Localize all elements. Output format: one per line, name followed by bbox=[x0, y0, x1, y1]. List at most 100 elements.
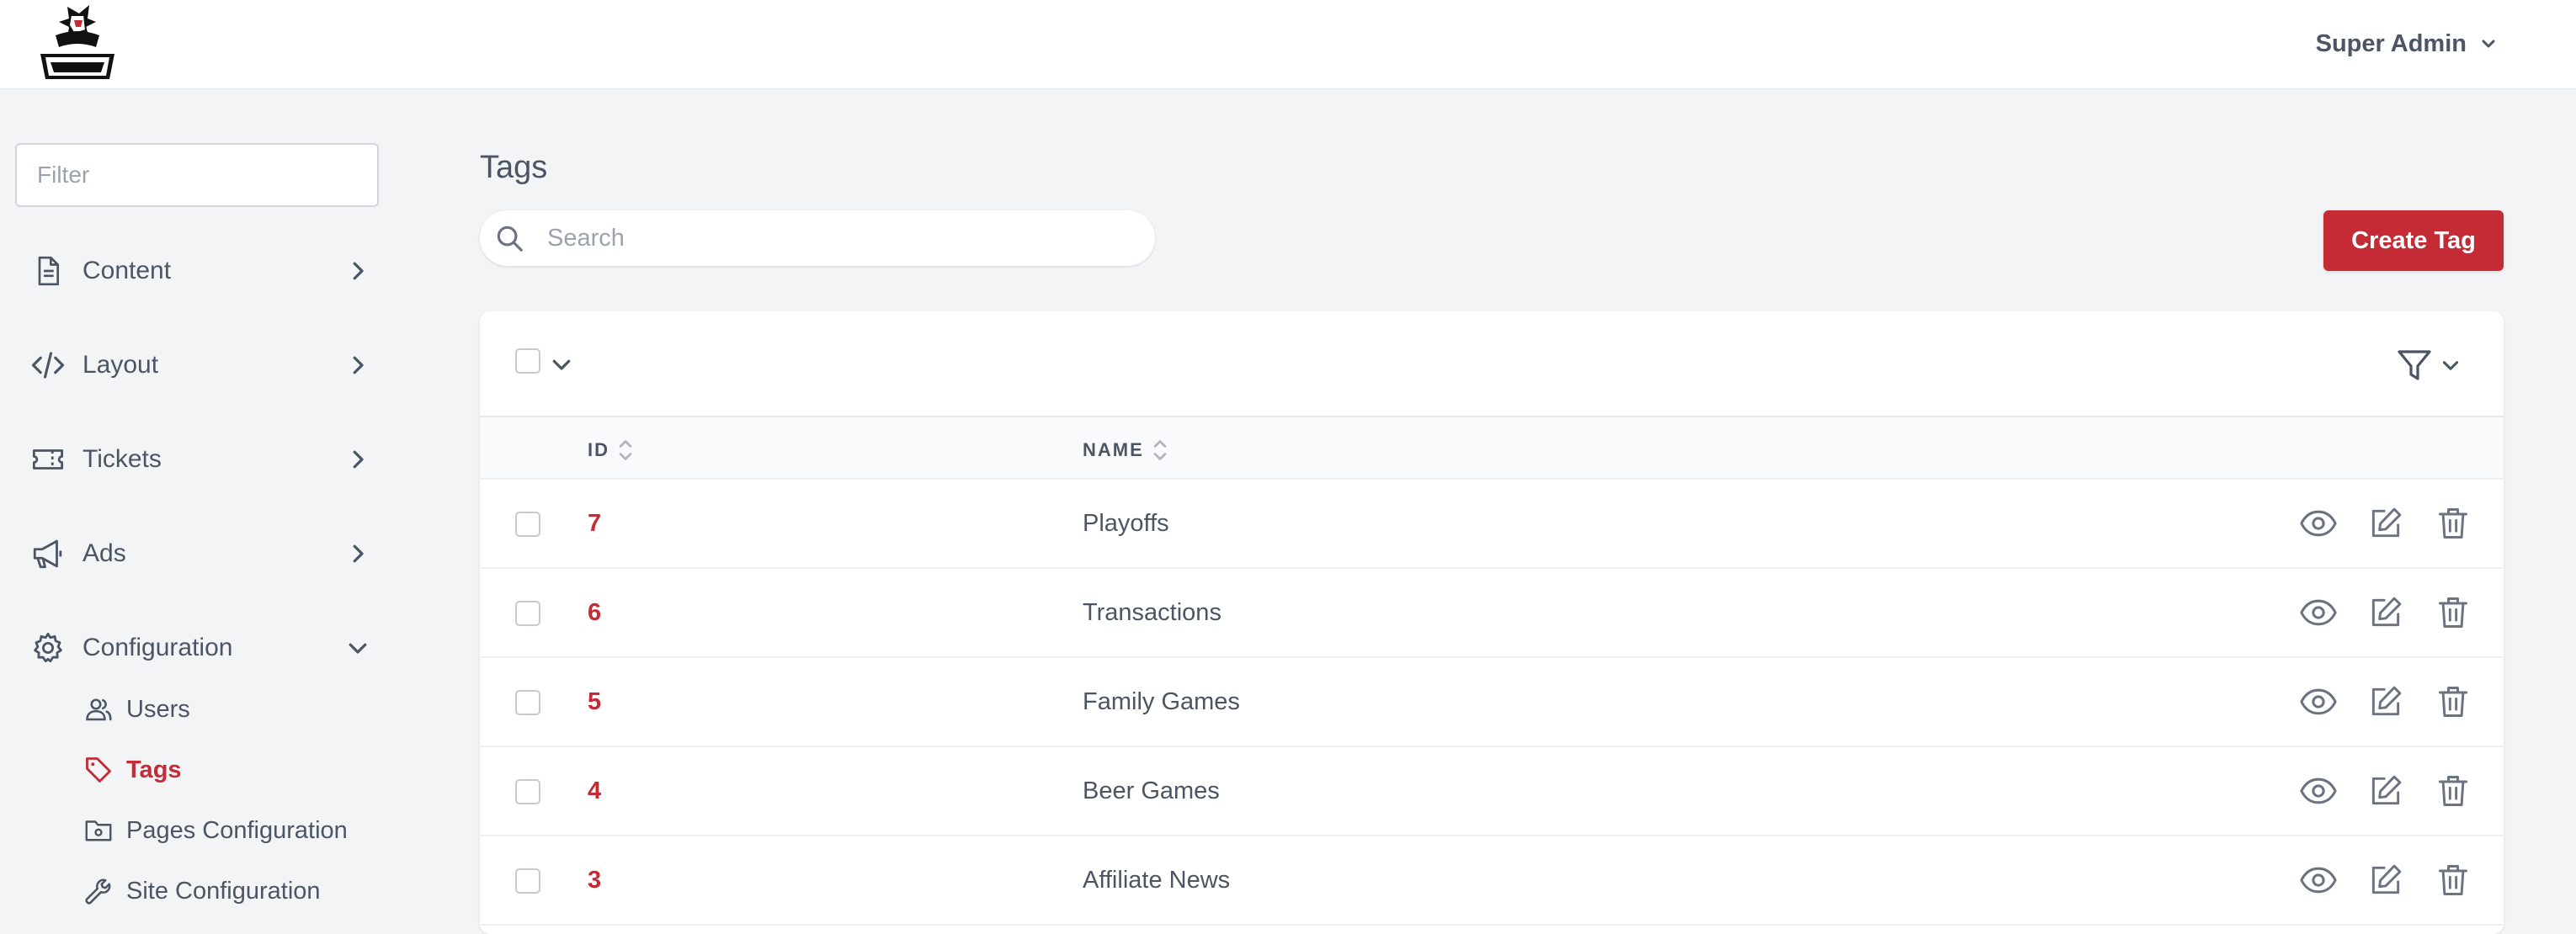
sidebar-item-label: Configuration bbox=[82, 634, 233, 661]
edit-button[interactable] bbox=[2366, 503, 2406, 544]
edit-icon bbox=[2371, 597, 2402, 627]
delete-button[interactable] bbox=[2433, 860, 2473, 900]
row-actions bbox=[2298, 592, 2473, 633]
edit-icon bbox=[2371, 775, 2402, 805]
chevron-right-icon bbox=[353, 450, 364, 469]
eye-icon bbox=[2300, 688, 2337, 715]
chevron-down-icon bbox=[2442, 361, 2459, 370]
row-actions bbox=[2298, 860, 2473, 900]
chevron-down-icon[interactable] bbox=[549, 352, 574, 377]
sidebar-subitem-pages-configuration[interactable]: Pages Configuration bbox=[82, 809, 348, 852]
row-actions bbox=[2298, 682, 2473, 722]
edit-icon bbox=[2371, 864, 2402, 894]
edit-button[interactable] bbox=[2366, 860, 2406, 900]
table-row: 3 Affiliate News bbox=[480, 836, 2504, 926]
column-header-label: NAME bbox=[1083, 439, 1144, 460]
folder-gear-icon bbox=[82, 815, 114, 846]
edit-button[interactable] bbox=[2366, 592, 2406, 633]
view-button[interactable] bbox=[2298, 860, 2339, 900]
row-id-link[interactable]: 3 bbox=[588, 867, 601, 894]
eye-icon bbox=[2300, 510, 2337, 537]
user-menu[interactable]: Super Admin bbox=[2316, 27, 2499, 61]
eye-icon bbox=[2300, 777, 2337, 804]
delete-button[interactable] bbox=[2433, 592, 2473, 633]
sidebar-item-label: Tickets bbox=[82, 445, 162, 473]
row-name: Playoffs bbox=[1083, 510, 1169, 537]
column-header-name[interactable]: NAME bbox=[1083, 438, 1168, 463]
table-toolbar bbox=[480, 311, 2504, 417]
trash-icon bbox=[2438, 865, 2468, 895]
delete-button[interactable] bbox=[2433, 503, 2473, 544]
document-icon bbox=[29, 252, 67, 290]
chevron-right-icon bbox=[353, 262, 364, 280]
row-id-link[interactable]: 7 bbox=[588, 510, 601, 538]
row-checkbox[interactable] bbox=[515, 779, 540, 804]
sidebar-item-configuration[interactable]: Configuration bbox=[29, 623, 374, 673]
view-button[interactable] bbox=[2298, 682, 2339, 722]
trash-icon bbox=[2438, 597, 2468, 628]
row-name: Beer Games bbox=[1083, 777, 1220, 804]
row-checkbox[interactable] bbox=[515, 868, 540, 894]
column-header-id[interactable]: ID bbox=[588, 438, 633, 463]
user-menu-label: Super Admin bbox=[2315, 29, 2467, 57]
row-id-link[interactable]: 5 bbox=[588, 688, 601, 716]
search-box bbox=[480, 210, 1155, 266]
view-button[interactable] bbox=[2298, 592, 2339, 633]
main-content: Tags Create Tag ID NAME 7 Pl bbox=[480, 89, 2504, 934]
table-header: ID NAME bbox=[480, 417, 2504, 480]
row-checkbox[interactable] bbox=[515, 690, 540, 715]
delete-button[interactable] bbox=[2433, 682, 2473, 722]
column-header-label: ID bbox=[588, 439, 609, 460]
sidebar-subitem-label: Site Configuration bbox=[126, 877, 321, 905]
edit-button[interactable] bbox=[2366, 682, 2406, 722]
chevron-right-icon bbox=[353, 356, 364, 374]
chevron-down-icon bbox=[349, 643, 367, 654]
select-all-checkbox[interactable] bbox=[515, 348, 540, 374]
search-input[interactable] bbox=[547, 219, 1136, 257]
sidebar-item-content[interactable]: Content bbox=[29, 246, 374, 296]
sidebar-subitem-label: Tags bbox=[126, 756, 182, 783]
code-icon bbox=[29, 346, 67, 385]
sidebar: Content Layout Tickets Ads Configuration bbox=[0, 89, 396, 917]
chevron-right-icon bbox=[353, 544, 364, 563]
eye-icon bbox=[2300, 599, 2337, 626]
row-name: Family Games bbox=[1083, 688, 1240, 715]
view-button[interactable] bbox=[2298, 503, 2339, 544]
row-name: Affiliate News bbox=[1083, 867, 1231, 894]
search-icon bbox=[497, 226, 523, 252]
thunder-logo[interactable] bbox=[34, 2, 121, 82]
edit-button[interactable] bbox=[2366, 771, 2406, 811]
users-icon bbox=[82, 693, 114, 725]
create-tag-button[interactable]: Create Tag bbox=[2323, 210, 2504, 271]
sidebar-item-label: Content bbox=[82, 257, 172, 284]
sidebar-item-layout[interactable]: Layout bbox=[29, 340, 374, 390]
sidebar-item-label: Layout bbox=[82, 351, 159, 379]
sidebar-item-tickets[interactable]: Tickets bbox=[29, 434, 374, 485]
gear-icon bbox=[29, 629, 67, 667]
sidebar-filter-input[interactable] bbox=[15, 143, 379, 207]
row-actions bbox=[2298, 503, 2473, 544]
table-row: 5 Family Games bbox=[480, 658, 2504, 747]
table-row: 6 Transactions bbox=[480, 569, 2504, 658]
tag-icon bbox=[82, 754, 114, 786]
sidebar-item-ads[interactable]: Ads bbox=[29, 528, 374, 579]
row-checkbox[interactable] bbox=[515, 512, 540, 537]
row-id-link[interactable]: 4 bbox=[588, 777, 601, 805]
sidebar-subitem-tags[interactable]: Tags bbox=[82, 749, 182, 791]
page-title: Tags bbox=[480, 150, 548, 185]
edit-icon bbox=[2371, 507, 2402, 538]
view-button[interactable] bbox=[2298, 771, 2339, 811]
row-id-link[interactable]: 6 bbox=[588, 599, 601, 627]
sidebar-subitem-users[interactable]: Users bbox=[82, 688, 190, 730]
delete-button[interactable] bbox=[2433, 771, 2473, 811]
wrench-icon bbox=[82, 875, 114, 907]
sort-icon bbox=[619, 440, 632, 460]
sidebar-subitem-site-configuration[interactable]: Site Configuration bbox=[82, 870, 321, 912]
filter-button[interactable] bbox=[2394, 342, 2467, 389]
top-bar: Super Admin bbox=[0, 0, 2576, 89]
chevron-down-icon bbox=[2482, 40, 2495, 48]
row-checkbox[interactable] bbox=[515, 601, 540, 626]
table-row: 7 Playoffs bbox=[480, 480, 2504, 569]
row-actions bbox=[2298, 771, 2473, 811]
sidebar-item-label: Ads bbox=[82, 539, 126, 567]
